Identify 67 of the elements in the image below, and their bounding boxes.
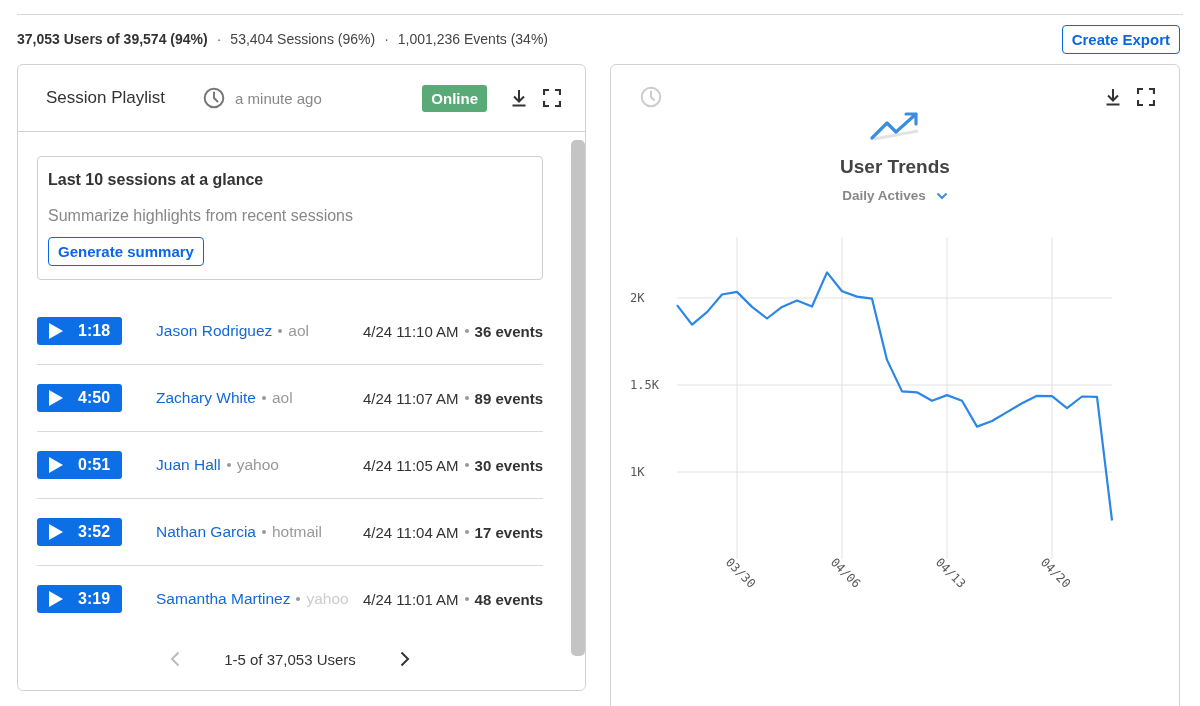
scrollbar-thumb[interactable]	[571, 140, 585, 656]
event-count: 17 events	[474, 523, 543, 541]
play-icon	[48, 590, 64, 608]
session-time: 4/24 11:01 AM	[363, 590, 459, 608]
play-button[interactable]: 4:50	[37, 384, 123, 412]
separator-dot	[464, 597, 469, 601]
separator-dot: ·	[384, 31, 389, 47]
summary-text: Summarize highlights from recent sessions	[48, 207, 354, 225]
user-link[interactable]: Samantha Martinez	[156, 590, 291, 608]
play-button[interactable]: 1:18	[37, 317, 123, 345]
event-count: 30 events	[474, 456, 543, 474]
provider-text: aol	[271, 389, 293, 407]
event-count: 89 events	[474, 389, 543, 407]
status-badge: Online	[422, 84, 487, 112]
clock-icon	[640, 86, 662, 108]
separator-dot	[296, 597, 301, 601]
session-time: 4/24 11:04 AM	[363, 523, 459, 541]
event-count: 36 events	[474, 322, 543, 340]
fullscreen-icon[interactable]	[543, 89, 561, 107]
clock-icon	[203, 87, 226, 109]
separator-dot: ·	[216, 31, 222, 47]
card-title: Session Playlist	[46, 88, 166, 108]
separator-dot	[226, 463, 231, 467]
session-time: 4/24 11:07 AM	[363, 389, 459, 407]
user-link[interactable]: Zachary White	[156, 389, 256, 407]
play-button[interactable]: 0:51	[37, 451, 123, 479]
separator-dot	[464, 530, 469, 534]
download-icon[interactable]	[1105, 88, 1121, 106]
user-link[interactable]: Jason Rodriguez	[156, 322, 273, 340]
play-icon	[48, 456, 64, 474]
separator-dot	[464, 463, 469, 467]
metric-dropdown[interactable]: Daily Actives	[842, 188, 948, 203]
provider-text: yahoo	[236, 456, 279, 474]
separator-dot	[262, 530, 266, 534]
play-icon	[48, 322, 64, 340]
trend-arrow-icon	[870, 112, 920, 142]
pagination-label: 1-5 of 37,053 Users	[224, 650, 356, 668]
event-count: 48 events	[474, 590, 543, 608]
separator-dot	[261, 396, 266, 400]
y-tick-label: 1.5K	[630, 378, 659, 392]
provider-text: hotmail	[272, 523, 322, 541]
next-page-icon[interactable]	[399, 651, 410, 667]
provider-text: aol	[288, 322, 310, 340]
play-button[interactable]: 3:19	[37, 585, 123, 613]
session-time: 4/24 11:05 AM	[363, 456, 459, 474]
stat-text: 53,404 Sessions (96%)	[230, 31, 376, 47]
fullscreen-icon[interactable]	[1137, 88, 1155, 106]
generate-summary-button[interactable]: Generate summary	[48, 237, 204, 266]
summary-title: Last 10 sessions at a glance	[48, 171, 265, 189]
create-export-button[interactable]: Create Export	[1061, 24, 1180, 54]
separator-dot	[464, 396, 469, 400]
play-icon	[48, 523, 64, 541]
play-icon	[48, 389, 64, 407]
session-time: 4/24 11:10 AM	[363, 322, 459, 340]
chart-title: User Trends	[840, 156, 950, 178]
separator-dot	[278, 329, 283, 333]
user-link[interactable]: Nathan Garcia	[156, 523, 256, 541]
user-link[interactable]: Juan Hall	[156, 456, 221, 474]
chevron-down-icon	[935, 191, 948, 200]
separator-dot	[464, 329, 469, 333]
play-button[interactable]: 3:52	[37, 518, 123, 546]
y-tick-label: 1K	[630, 465, 645, 479]
y-tick-label: 2K	[630, 291, 645, 305]
updated-time: a minute ago	[235, 89, 322, 107]
stat-text: 1,001,236 Events (34%)	[397, 31, 548, 47]
stat-text: 37,053 Users of 39,574 (94%)	[17, 31, 208, 47]
download-icon[interactable]	[511, 89, 527, 107]
